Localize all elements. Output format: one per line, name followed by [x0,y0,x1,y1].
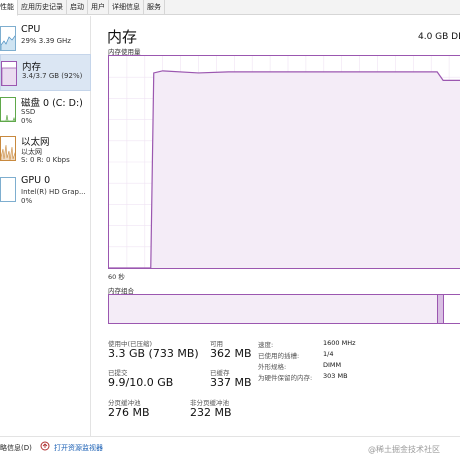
tab-bar: 性能 应用历史记录 启动 用户 详细信息 服务 [0,0,460,16]
memory-usage-chart [108,55,460,269]
page-title: 内存 [107,28,138,46]
sidebar-item-title: CPU [21,24,41,35]
sidebar-item-title: 内存 [22,62,42,73]
hardware-reserved-label: 为硬件保留的内存: [258,374,313,382]
sidebar-item-title: GPU 0 [21,175,51,186]
cpu-graph-thumbnail [0,26,16,51]
sidebar-item-detail: SSD [21,108,36,116]
available-value: 362 MB [210,347,252,360]
speed-value: 1600 MHz [323,339,356,347]
sidebar-item-gpu[interactable]: GPU 0 Intel(R) HD Grap... 0% [0,171,91,208]
chart-time-axis-label: 60 秒 [108,273,125,281]
resource-monitor-icon[interactable] [40,441,50,451]
sidebar-item-detail: 29% 3.39 GHz [21,37,71,45]
tab-users[interactable]: 用户 [88,0,109,15]
memory-composition-bar [108,294,460,324]
slots-used-value: 1/4 [323,350,334,358]
cached-value: 337 MB [210,376,252,389]
in-use-value: 3.3 GB (733 MB) [108,347,199,360]
committed-value: 9.9/10.0 GB [108,376,174,389]
memory-usage-area [109,70,460,268]
tab-startup[interactable]: 启动 [67,0,88,15]
ethernet-graph-thumbnail [0,136,16,161]
memory-usage-svg [109,56,460,269]
tab-services[interactable]: 服务 [144,0,165,15]
composition-standby-segment [443,295,460,323]
tab-performance[interactable]: 性能 [0,0,18,16]
hardware-reserved-value: 303 MB [323,372,348,380]
tab-app-history[interactable]: 应用历史记录 [18,0,67,15]
slots-used-label: 已使用的插槽: [258,352,300,360]
tab-details[interactable]: 详细信息 [109,0,144,15]
watermark: @稀土掘金技术社区 [368,445,440,454]
composition-in-use-segment [109,295,439,323]
sidebar-item-disk[interactable]: 磁盘 0 (C: D:) SSD 0% [0,91,91,128]
footer: 略信息(D) 打开资源监视器 @稀土掘金技术社区 [0,436,460,460]
sidebar-item-usage: 0% [21,117,33,125]
sidebar-item-ethernet[interactable]: 以太网 以太网 S: 0 R: 0 Kbps [0,130,91,167]
sidebar-item-detail: 3.4/3.7 GB (92%) [22,72,83,80]
sidebar-item-memory[interactable]: 内存 3.4/3.7 GB (92%) [0,54,91,91]
sidebar-item-title: 磁盘 0 (C: D:) [21,98,83,109]
paged-pool-value: 276 MB [108,406,150,419]
sidebar-item-title: 以太网 [21,137,50,148]
memory-capacity: 4.0 GB DD [418,32,460,42]
gpu-graph-thumbnail [0,177,16,202]
sidebar-item-detail: Intel(R) HD Grap... [21,188,86,196]
resource-sidebar: CPU 29% 3.39 GHz 内存 3.4/3.7 GB (92%) 磁盘 … [0,16,91,436]
sidebar-item-cpu[interactable]: CPU 29% 3.39 GHz [0,20,91,57]
fewer-details-link[interactable]: 略信息(D) [0,443,32,453]
form-factor-label: 外形规格: [258,363,287,371]
speed-label: 速度: [258,341,274,349]
memory-graph-thumbnail [1,61,17,86]
form-factor-value: DIMM [323,361,342,369]
open-resource-monitor-link[interactable]: 打开资源监视器 [54,443,103,453]
sidebar-item-usage: S: 0 R: 0 Kbps [21,156,70,164]
disk-graph-thumbnail [0,97,16,122]
nonpaged-pool-value: 232 MB [190,406,232,419]
sidebar-item-usage: 0% [21,197,33,205]
